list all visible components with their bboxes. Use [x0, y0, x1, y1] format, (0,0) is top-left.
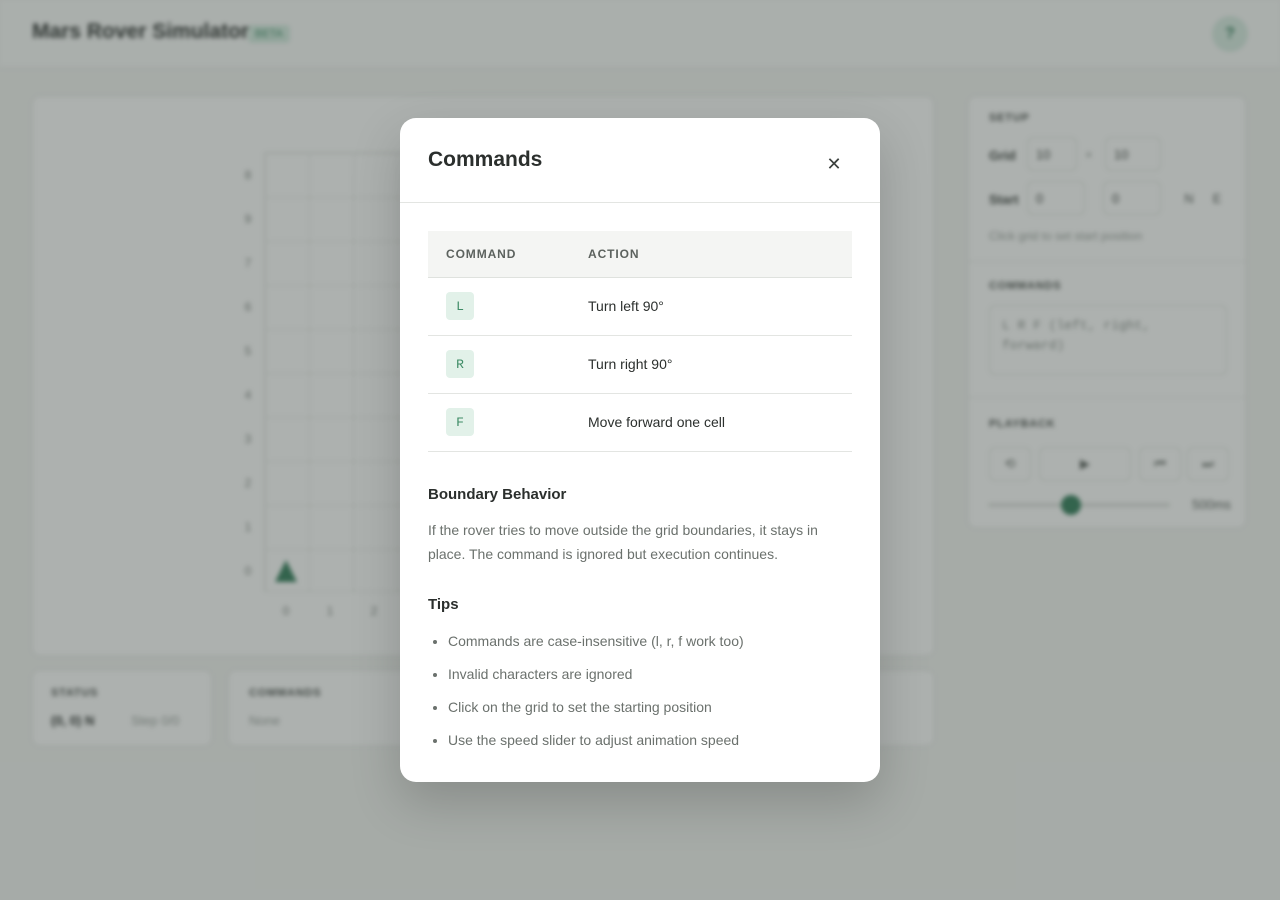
table-row: F Move forward one cell — [428, 393, 852, 452]
command-action: Turn left 90° — [588, 277, 852, 336]
command-key-r: R — [446, 350, 474, 378]
tips-title: Tips — [428, 596, 459, 613]
list-item: Click on the grid to set the starting po… — [448, 696, 848, 729]
table-header-row: COMMAND ACTION — [428, 231, 852, 278]
tips-list: Commands are case-insensitive (l, r, f w… — [448, 630, 848, 762]
table-row: R Turn right 90° — [428, 335, 852, 394]
list-item: Invalid characters are ignored — [448, 663, 848, 696]
modal-title: Commands — [428, 148, 543, 171]
command-key-l: L — [446, 292, 474, 320]
modal-header: Commands ✕ — [400, 118, 880, 203]
column-header-command: COMMAND — [428, 231, 588, 278]
table-row: L Turn left 90° — [428, 277, 852, 336]
boundary-behavior-text: If the rover tries to move outside the g… — [428, 522, 818, 562]
commands-table: COMMAND ACTION L Turn left 90° R Turn ri… — [428, 231, 852, 452]
list-item: Commands are case-insensitive (l, r, f w… — [448, 630, 848, 663]
close-icon: ✕ — [826, 153, 842, 174]
boundary-behavior-title: Boundary Behavior — [428, 486, 567, 503]
command-action: Move forward one cell — [588, 393, 852, 452]
commands-modal: Commands ✕ COMMAND ACTION L Turn left 90… — [400, 118, 880, 782]
command-action: Turn right 90° — [588, 335, 852, 394]
list-item: Use the speed slider to adjust animation… — [448, 729, 848, 762]
column-header-action: ACTION — [588, 231, 852, 278]
command-key-f: F — [446, 408, 474, 436]
close-button[interactable]: ✕ — [816, 146, 852, 182]
